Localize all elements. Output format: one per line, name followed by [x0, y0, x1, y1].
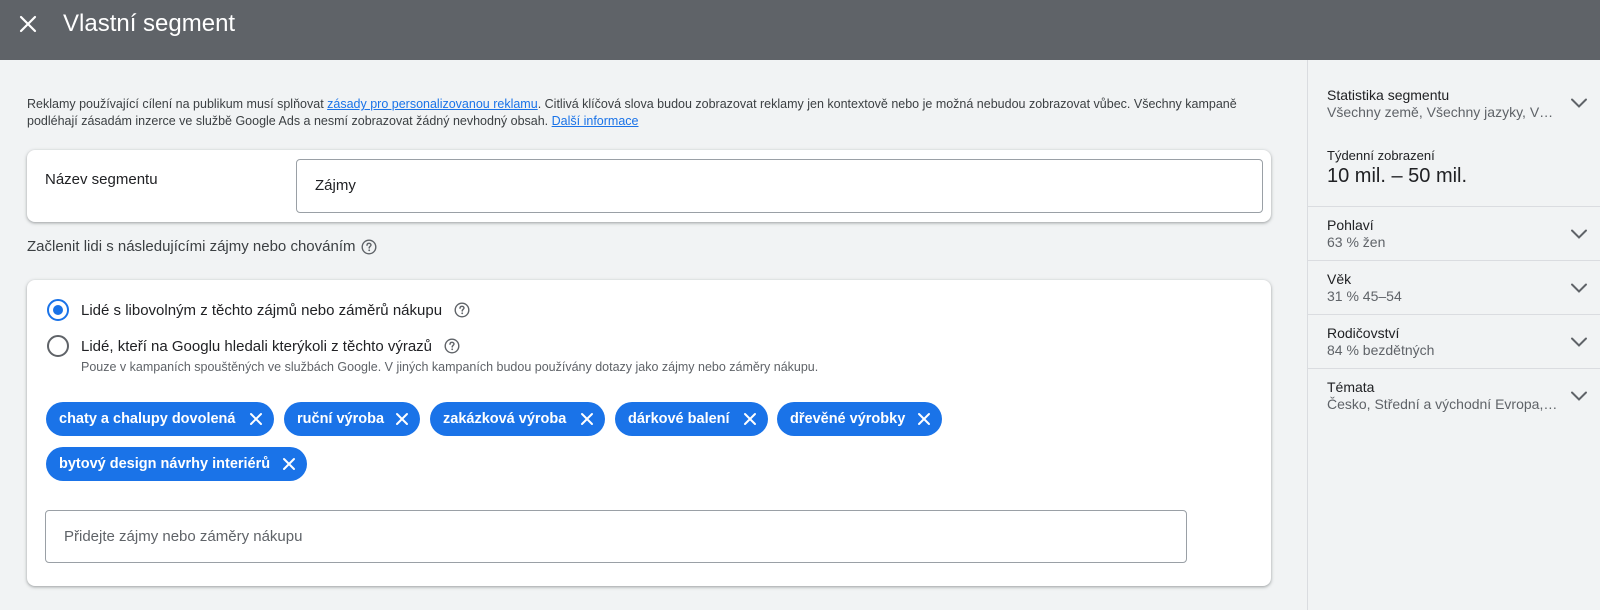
interest-chip[interactable]: dřevěné výrobky — [777, 402, 942, 436]
interest-chip[interactable]: zakázková výroba — [430, 402, 605, 436]
sidebar-item-title: Rodičovství — [1327, 325, 1400, 341]
remove-chip-icon[interactable] — [246, 409, 266, 429]
radio-option-interests-label: Lidé s libovolným z těchto zájmů nebo zá… — [81, 301, 443, 319]
add-interests-input[interactable]: Přidejte zájmy nebo záměry nákupu — [45, 510, 1187, 563]
weekly-impressions: Týdenní zobrazení 10 mil. – 50 mil. — [1308, 135, 1600, 207]
more-info-link[interactable]: Další informace — [552, 114, 639, 128]
chip-label: bytový design návrhy interiérů — [59, 456, 271, 472]
chevron-down-icon[interactable] — [1567, 222, 1591, 246]
radio-checked-icon[interactable] — [47, 299, 69, 321]
remove-chip-icon[interactable] — [577, 409, 597, 429]
chip-label: dárkové balení — [628, 411, 730, 427]
radio-option-interests[interactable]: Lidé s libovolným z těchto zájmů nebo zá… — [47, 299, 470, 321]
sidebar-item-title: Témata — [1327, 379, 1375, 395]
radio-option-searches[interactable]: Lidé, kteří na Googlu hledali kterýkoli … — [47, 335, 460, 357]
sidebar-item-value: 63 % žen — [1327, 234, 1386, 250]
segment-name-input[interactable]: Zájmy — [296, 159, 1263, 213]
page-title: Vlastní segment — [63, 10, 236, 37]
interest-chip[interactable]: ruční výroba — [284, 402, 420, 436]
chevron-down-icon[interactable] — [1567, 330, 1591, 354]
chip-label: dřevěné výrobky — [790, 411, 906, 427]
sidebar-item-age[interactable]: Věk 31 % 45–54 — [1308, 261, 1600, 315]
radio-option-searches-hint: Pouze v kampaních spouštěných ve službác… — [81, 360, 819, 374]
sidebar-item-topics[interactable]: Témata Česko, Střední a východní Evropa,… — [1308, 369, 1600, 424]
radio-option-searches-label: Lidé, kteří na Googlu hledali kterýkoli … — [81, 337, 433, 355]
remove-chip-icon[interactable] — [279, 454, 299, 474]
chevron-down-icon[interactable] — [1567, 91, 1591, 115]
segment-stats-title: Statistika segmentu — [1327, 87, 1450, 103]
chip-label: chaty a chalupy dovolená — [59, 411, 236, 427]
sidebar-item-value: Česko, Střední a východní Evropa, … — [1327, 396, 1559, 412]
sidebar-item-title: Pohlaví — [1327, 217, 1374, 233]
chip-label: ruční výroba — [297, 411, 385, 427]
policy-link[interactable]: zásady pro personalizovanou reklamu — [327, 97, 538, 111]
sidebar-item-value: 84 % bezdětných — [1327, 342, 1435, 358]
sidebar-item-title: Věk — [1327, 271, 1352, 287]
sidebar-item-parenthood[interactable]: Rodičovství 84 % bezdětných — [1308, 315, 1600, 369]
chip-label: zakázková výroba — [443, 411, 567, 427]
help-icon[interactable] — [444, 338, 460, 354]
remove-chip-icon[interactable] — [914, 409, 934, 429]
interest-chip[interactable]: bytový design návrhy interiérů — [46, 447, 307, 481]
help-icon[interactable] — [454, 302, 470, 318]
sidebar-item-value: 31 % 45–54 — [1327, 288, 1402, 304]
chevron-down-icon[interactable] — [1567, 276, 1591, 300]
include-section-text: Začlenit lidi s následujícími zájmy nebo… — [27, 238, 356, 255]
segment-name-card: Název segmentu Zájmy — [27, 150, 1271, 222]
segment-stats-item[interactable]: Statistika segmentu Všechny země, Všechn… — [1308, 60, 1600, 135]
notice-text-before: Reklamy používající cílení na publikum m… — [27, 97, 328, 111]
segment-stats-value: Všechny země, Všechny jazyky, Vš… — [1327, 104, 1559, 120]
weekly-impressions-value: 10 mil. – 50 mil. — [1327, 165, 1468, 187]
interest-chip[interactable]: dárkové balení — [615, 402, 768, 436]
top-bar: Vlastní segment — [0, 0, 1600, 60]
main-content: Reklamy používající cílení na publikum m… — [0, 60, 1307, 610]
remove-chip-icon[interactable] — [740, 409, 760, 429]
remove-chip-icon[interactable] — [392, 409, 412, 429]
interest-chip[interactable]: chaty a chalupy dovolená — [46, 402, 274, 436]
help-icon[interactable] — [361, 238, 377, 255]
segment-stats-panel: Statistika segmentu Všechny země, Všechn… — [1307, 60, 1600, 610]
close-icon[interactable] — [14, 10, 42, 38]
interests-card: Lidé s libovolným z těchto zájmů nebo zá… — [27, 280, 1271, 586]
include-section-label: Začlenit lidi s následujícími zájmy nebo… — [27, 238, 377, 255]
sidebar-item-gender[interactable]: Pohlaví 63 % žen — [1308, 207, 1600, 261]
segment-name-label: Název segmentu — [45, 171, 158, 188]
weekly-impressions-label: Týdenní zobrazení — [1327, 148, 1435, 163]
chevron-down-icon[interactable] — [1567, 384, 1591, 408]
radio-unchecked-icon[interactable] — [47, 335, 69, 357]
policy-notice: Reklamy používající cílení na publikum m… — [27, 96, 1277, 130]
